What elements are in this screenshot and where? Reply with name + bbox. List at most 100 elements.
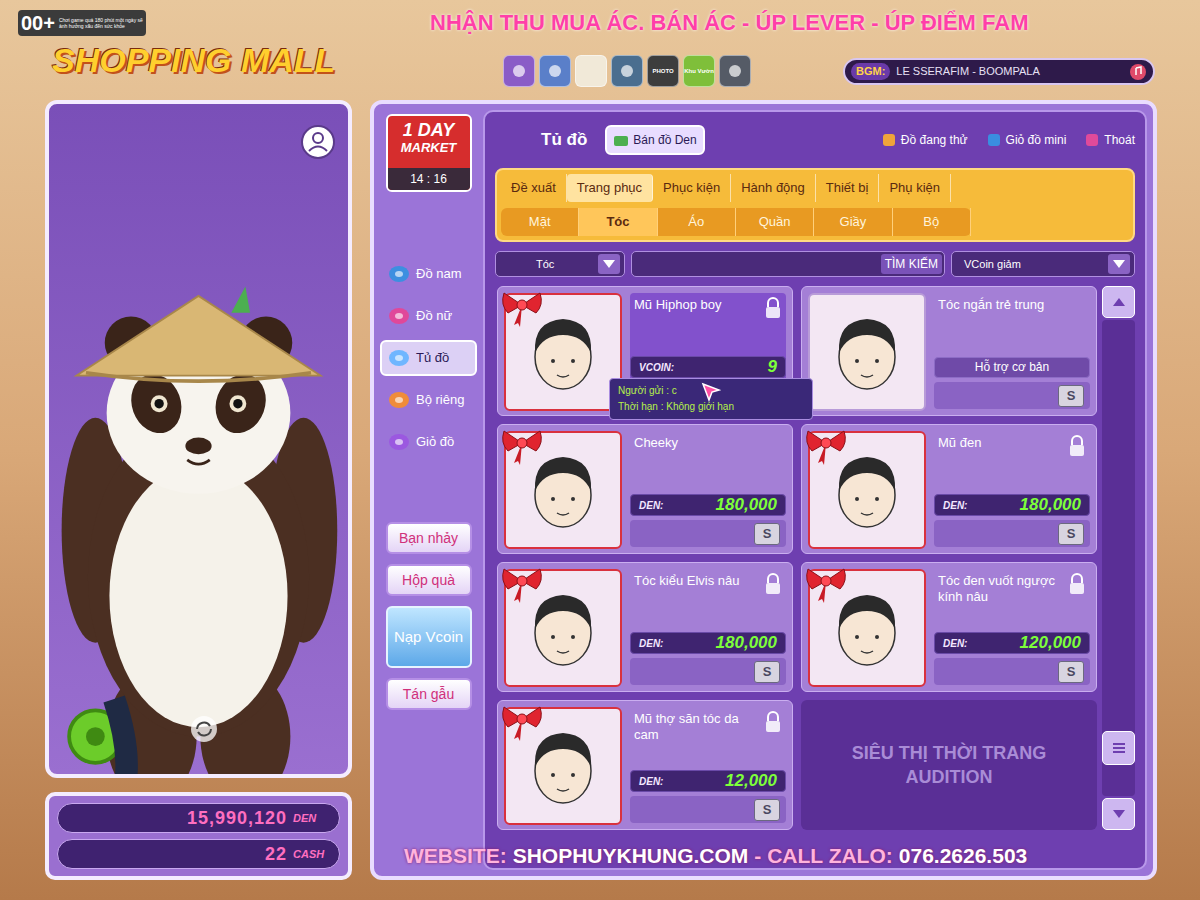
item-card[interactable]: Tóc đen vuốt ngược kính nâuDEN:120,000S bbox=[801, 562, 1097, 692]
face-icon[interactable] bbox=[539, 55, 571, 87]
item-image bbox=[504, 431, 622, 549]
scroll-track[interactable] bbox=[1102, 320, 1135, 796]
sort-dropdown[interactable]: VCoin giảm bbox=[951, 251, 1135, 277]
hair-preview-icon bbox=[523, 723, 603, 809]
sub-tab[interactable]: Bộ bbox=[893, 208, 971, 236]
scroll-thumb[interactable] bbox=[1102, 731, 1135, 765]
item-card[interactable]: Mũ đenDEN:180,000S bbox=[801, 424, 1097, 554]
currency-box: 15,990,120DEN22CASH bbox=[45, 792, 352, 880]
search-field[interactable]: TÌM KIẾM bbox=[631, 251, 945, 277]
item-info: Tóc ngắn trẻ trungHỗ trợ cơ bảnS bbox=[934, 293, 1090, 409]
side-button[interactable]: Tán gẫu bbox=[386, 678, 472, 710]
dropdown-arrow-icon bbox=[1112, 259, 1126, 269]
avatar-preview[interactable] bbox=[45, 100, 352, 778]
gift-bow-icon bbox=[500, 425, 544, 465]
item-action-strip: S bbox=[630, 658, 786, 685]
category-dropdown[interactable]: Tóc bbox=[495, 251, 625, 277]
rotate-icon[interactable] bbox=[189, 714, 219, 744]
item-card[interactable]: Mũ thợ săn tóc da camDEN:12,000S bbox=[497, 700, 793, 830]
one-day-market-badge[interactable]: 1 DAYMARKET14 : 16 bbox=[386, 114, 472, 192]
search-button[interactable]: TÌM KIẾM bbox=[881, 254, 942, 274]
category-tab[interactable]: Hành động bbox=[731, 174, 816, 202]
sub-tab[interactable]: Quần bbox=[736, 208, 814, 236]
category-tab[interactable]: Trang phục bbox=[567, 174, 653, 202]
shopping-mall-logo: SHOPPING MALL bbox=[18, 40, 487, 80]
item-card[interactable]: Tóc ngắn trẻ trungHỗ trợ cơ bảnS bbox=[801, 286, 1097, 416]
header-link[interactable]: Giỏ đồ mini bbox=[986, 131, 1067, 149]
sub-tab[interactable]: Mặt bbox=[501, 208, 579, 236]
watermark-top: NHẬN THU MUA ÁC. BÁN ÁC - ÚP LEVER - ÚP … bbox=[430, 6, 1029, 39]
hair-preview-icon bbox=[827, 309, 907, 395]
sell-button[interactable]: S bbox=[1058, 661, 1084, 683]
price-bar: DEN:180,000 bbox=[934, 494, 1090, 516]
item-name: Mũ thợ săn tóc da cam bbox=[634, 711, 760, 743]
nav-icon bbox=[388, 264, 410, 284]
item-info: CheekyDEN:180,000S bbox=[630, 431, 786, 547]
scroll-down-button[interactable] bbox=[1102, 798, 1135, 830]
garden-icon[interactable]: Khu Vườn bbox=[683, 55, 715, 87]
item-action-strip: S bbox=[934, 658, 1090, 685]
scroll-up-button[interactable] bbox=[1102, 286, 1135, 318]
item-action-strip: S bbox=[630, 796, 786, 823]
nav-icon bbox=[388, 306, 410, 326]
side-button[interactable]: Nạp Vcoin bbox=[386, 606, 472, 668]
cloud-icon[interactable] bbox=[719, 55, 751, 87]
tab-box: Đề xuấtTrang phụcPhục kiệnHành độngThiết… bbox=[495, 168, 1135, 242]
gift-bow-icon bbox=[500, 287, 544, 327]
nav-icon bbox=[388, 390, 410, 410]
nav-icon bbox=[388, 348, 410, 368]
item-name: Tóc kiểu Elvis nâu bbox=[634, 573, 740, 589]
category-tab[interactable]: Đề xuất bbox=[501, 174, 567, 202]
sub-tab[interactable]: Giầy bbox=[814, 208, 892, 236]
tv-icon[interactable] bbox=[611, 55, 643, 87]
header-link[interactable]: Thoát bbox=[1084, 131, 1135, 149]
nav-item[interactable]: Đồ nam bbox=[380, 256, 477, 292]
music-icon[interactable] bbox=[1129, 63, 1147, 81]
sell-button[interactable]: S bbox=[754, 799, 780, 821]
gift-bow-icon bbox=[500, 701, 544, 741]
item-info: Tóc kiểu Elvis nâuDEN:180,000S bbox=[630, 569, 786, 685]
nav-item[interactable]: Giỏ đồ bbox=[380, 424, 477, 460]
grip-icon bbox=[1112, 742, 1126, 754]
category-tab[interactable]: Phục kiện bbox=[653, 174, 731, 202]
age-badge: 00+Chơi game quá 180 phút một ngày sẽ ản… bbox=[18, 10, 146, 36]
side-button[interactable]: Hộp quà bbox=[386, 564, 472, 596]
item-name: Mũ Hiphop boy bbox=[634, 297, 721, 313]
profile-icon[interactable] bbox=[300, 124, 336, 160]
bgm-bar[interactable]: BGM:LE SSERAFIM - BOOMPALA bbox=[843, 58, 1155, 85]
hair-preview-icon bbox=[523, 309, 603, 395]
category-tab[interactable]: Thiết bị bbox=[816, 174, 880, 202]
item-tooltip: Người gửi : cThời hạn : Không giới hạn bbox=[609, 378, 813, 420]
item-image bbox=[808, 293, 926, 411]
lock-icon bbox=[764, 711, 782, 733]
photo-icon[interactable]: PHOTO bbox=[647, 55, 679, 87]
game-screen: 00+Chơi game quá 180 phút một ngày sẽ ản… bbox=[0, 0, 1200, 900]
scrollbar[interactable] bbox=[1102, 286, 1135, 830]
sell-button[interactable]: S bbox=[1058, 385, 1084, 407]
blank-icon[interactable] bbox=[575, 55, 607, 87]
sub-tab[interactable]: Áo bbox=[658, 208, 736, 236]
category-tab[interactable]: Phụ kiện bbox=[879, 174, 951, 202]
wardrobe-title: Tủ đồ bbox=[541, 127, 587, 153]
side-button[interactable]: Bạn nhảy bbox=[386, 522, 472, 554]
arrow-up-icon bbox=[1112, 297, 1126, 307]
gift-bow-icon bbox=[804, 563, 848, 603]
item-name: Tóc đen vuốt ngược kính nâu bbox=[938, 573, 1064, 605]
lock-icon bbox=[1068, 435, 1086, 457]
item-card[interactable]: Tóc kiểu Elvis nâuDEN:180,000S bbox=[497, 562, 793, 692]
nav-item[interactable]: Bộ riêng bbox=[380, 382, 477, 418]
sell-den-button[interactable]: Bán đồ Den bbox=[605, 125, 704, 155]
nav-item[interactable]: Tủ đồ bbox=[380, 340, 477, 376]
bag-icon[interactable] bbox=[503, 55, 535, 87]
sell-button[interactable]: S bbox=[754, 523, 780, 545]
sell-button[interactable]: S bbox=[754, 661, 780, 683]
shop-panel: 1 DAYMARKET14 : 16 Đồ nam Đồ nữ Tủ đồ Bộ riê… bbox=[370, 100, 1157, 880]
lock-icon bbox=[1068, 573, 1086, 595]
empty-slot: SIÊU THỊ THỜI TRANG AUDITION bbox=[801, 700, 1097, 830]
item-card[interactable]: CheekyDEN:180,000S bbox=[497, 424, 793, 554]
lock-icon bbox=[764, 297, 782, 319]
nav-item[interactable]: Đồ nữ bbox=[380, 298, 477, 334]
header-link[interactable]: Đồ đang thử bbox=[881, 131, 968, 149]
sell-button[interactable]: S bbox=[1058, 523, 1084, 545]
sub-tab[interactable]: Tóc bbox=[579, 208, 657, 236]
